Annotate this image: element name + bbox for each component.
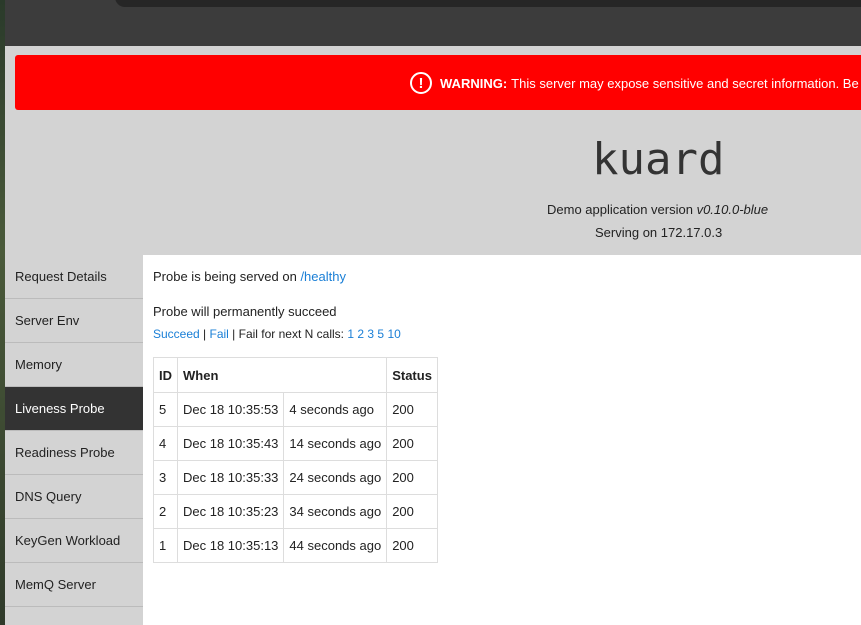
alert-icon: ! xyxy=(410,72,432,94)
column-header-id: ID xyxy=(153,357,178,393)
cell-status: 200 xyxy=(386,426,438,461)
served-on-line: Probe is being served on /healthy xyxy=(153,269,851,284)
table-row: 2 Dec 18 10:35:23 34 seconds ago 200 xyxy=(153,494,438,529)
separator: | xyxy=(199,327,210,341)
cell-status: 200 xyxy=(386,392,438,427)
cell-time: Dec 18 10:35:43 xyxy=(176,426,285,461)
sidebar: Request Details Server Env Memory Livene… xyxy=(5,255,143,625)
sidebar-item-memory[interactable]: Memory xyxy=(5,343,143,387)
column-header-when: When xyxy=(176,357,388,393)
table-row: 1 Dec 18 10:35:13 44 seconds ago 200 xyxy=(153,528,438,563)
fail-next-label: | Fail for next N calls: xyxy=(228,327,348,341)
cell-ago: 14 seconds ago xyxy=(283,426,388,461)
table-row: 4 Dec 18 10:35:43 14 seconds ago 200 xyxy=(153,426,438,461)
address-bar[interactable]: …) xyxy=(115,0,861,7)
cell-id: 3 xyxy=(153,460,178,495)
cell-ago: 24 seconds ago xyxy=(283,460,388,495)
cell-status: 200 xyxy=(386,528,438,563)
cell-status: 200 xyxy=(386,460,438,495)
sidebar-item-readiness-probe[interactable]: Readiness Probe xyxy=(5,431,143,475)
sidebar-item-keygen-workload[interactable]: KeyGen Workload xyxy=(5,519,143,563)
served-prefix: Probe is being served on xyxy=(153,269,301,284)
healthy-path-link[interactable]: /healthy xyxy=(300,269,346,284)
column-header-status: Status xyxy=(386,357,438,393)
probe-status-text: Probe will permanently succeed xyxy=(153,304,337,319)
browser-chrome: …) xyxy=(5,0,861,46)
warning-label: WARNING: xyxy=(440,75,508,91)
sidebar-item-memq-server[interactable]: MemQ Server xyxy=(5,563,143,607)
table-header-row: ID When Status xyxy=(153,357,438,393)
fail-next-10-link[interactable]: 10 xyxy=(387,327,400,341)
fail-next-2-link[interactable]: 2 xyxy=(357,327,364,341)
cell-id: 4 xyxy=(153,426,178,461)
cell-id: 1 xyxy=(153,528,178,563)
sidebar-item-liveness-probe[interactable]: Liveness Probe xyxy=(5,387,143,431)
cell-ago: 4 seconds ago xyxy=(283,392,388,427)
version-line: Demo application version v0.10.0-blue xyxy=(547,202,768,217)
probe-controls: Succeed | Fail | Fail for next N calls: … xyxy=(153,327,851,341)
cell-id: 2 xyxy=(153,494,178,529)
version-value: v0.10.0-blue xyxy=(696,202,769,217)
probe-history-table: ID When Status 5 Dec 18 10:35:53 4 secon… xyxy=(153,357,438,563)
app-logo: kuard xyxy=(592,134,725,185)
cell-ago: 44 seconds ago xyxy=(283,528,388,563)
sidebar-item-server-env[interactable]: Server Env xyxy=(5,299,143,343)
cell-id: 5 xyxy=(153,392,178,427)
cell-time: Dec 18 10:35:53 xyxy=(176,392,285,427)
warning-text: This server may expose sensitive and sec… xyxy=(511,75,859,91)
fail-next-5-link[interactable]: 5 xyxy=(377,327,384,341)
fail-next-3-link[interactable]: 3 xyxy=(367,327,374,341)
serving-address: Serving on 172.17.0.3 xyxy=(595,225,723,240)
fail-link[interactable]: Fail xyxy=(210,327,229,341)
cell-status: 200 xyxy=(386,494,438,529)
cell-time: Dec 18 10:35:23 xyxy=(176,494,285,529)
cell-time: Dec 18 10:35:13 xyxy=(176,528,285,563)
warning-banner: ! WARNING: This server may expose sensit… xyxy=(15,55,861,110)
header: kuard Demo application version v0.10.0-b… xyxy=(5,110,861,255)
cell-ago: 34 seconds ago xyxy=(283,494,388,529)
sidebar-item-request-details[interactable]: Request Details xyxy=(5,255,143,299)
table-row: 5 Dec 18 10:35:53 4 seconds ago 200 xyxy=(153,392,438,427)
fail-next-1-link[interactable]: 1 xyxy=(347,327,354,341)
page: ! WARNING: This server may expose sensit… xyxy=(5,46,861,625)
sidebar-item-dns-query[interactable]: DNS Query xyxy=(5,475,143,519)
cell-time: Dec 18 10:35:33 xyxy=(176,460,285,495)
version-prefix: Demo application version xyxy=(547,202,697,217)
main-content: Probe is being served on /healthy Probe … xyxy=(143,255,861,625)
succeed-link[interactable]: Succeed xyxy=(153,327,200,341)
table-row: 3 Dec 18 10:35:33 24 seconds ago 200 xyxy=(153,460,438,495)
